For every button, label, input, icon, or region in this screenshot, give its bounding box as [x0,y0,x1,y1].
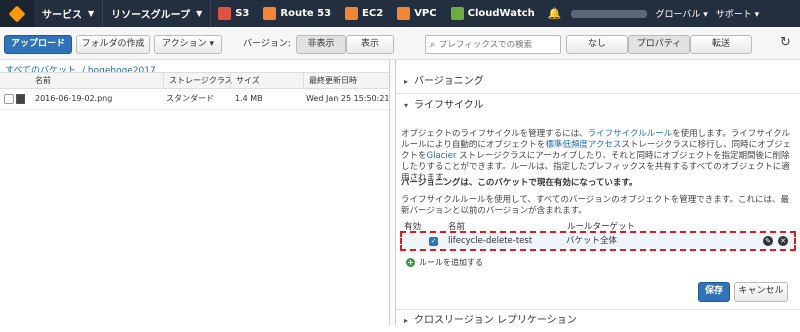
version-show-button[interactable]: 表示 [346,35,394,54]
cancel-button[interactable]: キャンセル [734,282,788,302]
standard-ia-link[interactable]: 標準低頻度アクセス [545,140,621,150]
pin-label: Route 53 [280,8,332,19]
resource-groups-label: リソースグループ [111,10,191,21]
add-rule-button[interactable]: + ルールを追加する [406,257,483,268]
chevron-down-icon: ▼ [88,9,95,18]
version-hide-button[interactable]: 非表示 [296,35,346,54]
top-navigation-bar: サービス ▼ リソースグループ ▼ S3 Route 53 EC2 VPC Clou… [0,0,800,27]
upload-button[interactable]: アップロード [4,35,72,54]
chevron-right-icon: ▸ [404,77,409,86]
pane-resize-handle[interactable] [389,60,396,325]
file-size: 1.4 MB [235,94,263,103]
row-checkbox[interactable] [4,94,14,104]
services-label: サービス [42,10,82,21]
refresh-icon[interactable]: ↻ [780,35,791,50]
object-list-header: 名前 ストレージクラス サイズ 最終更新日時 [0,72,389,89]
object-list: 名前 ストレージクラス サイズ 最終更新日時 2016-06-19-02.png… [0,72,389,325]
versioning-section[interactable]: ▸ バージョニング [396,71,800,93]
lifecycle-description: オブジェクトのライフサイクルを管理するには、ライフサイクルルールを使用します。ラ… [401,129,793,184]
column-header-name[interactable]: 名前 [30,73,51,89]
add-rule-label: ルールを追加する [419,258,483,267]
lifecycle-section[interactable]: ▾ ライフサイクル [396,95,800,117]
plus-icon: + [406,258,415,267]
edit-icon[interactable]: ✎ [763,236,773,246]
properties-panel: ▸ バージョニング ▾ ライフサイクル オブジェクトのライフサイクルを管理するには、… [396,60,800,326]
versioning-description: ライフサイクルルールを使用して、すべてのバージョンのオブジェクトを管理できます。… [401,195,789,216]
versioning-title: バージョニング [414,76,484,87]
pin-s3[interactable]: S3 [211,0,256,27]
properties-button[interactable]: プロパティ [628,35,690,54]
chevron-down-icon: ▾ [209,39,214,49]
services-menu[interactable]: サービス ▼ [34,0,104,27]
pin-route53[interactable]: Route 53 [256,0,338,27]
delete-icon[interactable]: ✕ [778,236,788,246]
support-menu[interactable]: サポート ▾ [716,7,759,20]
aws-logo[interactable] [0,0,34,27]
column-header-size[interactable]: サイズ [230,73,260,89]
resource-groups-menu[interactable]: リソースグループ ▼ [103,0,212,27]
lifecycle-title: ライフサイクル [414,100,484,111]
account-menu[interactable] [571,9,648,18]
desc-text: オブジェクトのライフサイクルを管理するには、 [401,129,588,139]
pin-vpc[interactable]: VPC [390,0,443,27]
bell-icon[interactable]: 🔔 [548,7,562,20]
search-input[interactable] [439,39,550,50]
chevron-right-icon: ▸ [404,316,409,325]
route53-icon [263,7,277,20]
file-name[interactable]: 2016-06-19-02.png [35,89,112,109]
pin-label: CloudWatch [467,8,535,19]
pin-label: EC2 [362,8,384,19]
toolbar: アップロード フォルダの作成 アクション ▾ バージョン: 非表示 表示 ⌕ な… [0,27,800,60]
rule-enabled-checkbox[interactable]: ✓ [429,237,438,246]
s3-icon [218,7,232,20]
lifecycle-rule-row[interactable]: ✓ lifecycle-delete-test バケット全体 ✎ ✕ [400,231,796,251]
chevron-down-icon: ▼ [196,9,203,18]
column-header-modified[interactable]: 最終更新日時 [303,73,357,89]
aws-cube-icon [8,5,26,22]
pin-ec2[interactable]: EC2 [338,0,390,27]
chevron-down-icon: ▾ [404,101,409,110]
pin-cloudwatch[interactable]: CloudWatch [444,0,542,27]
column-header-storage[interactable]: ストレージクラス [163,73,233,89]
cross-region-title: クロスリージョン レプリケーション [414,315,577,326]
pin-label: S3 [235,8,250,19]
region-menu[interactable]: グローバル ▾ [655,7,707,20]
ec2-icon [345,7,359,20]
vpc-icon [397,7,411,20]
file-storage-class: スタンダード [166,94,214,103]
lifecycle-rule-link[interactable]: ライフサイクルルール [588,129,673,139]
versioning-enabled-note: バージョニングは、このバケットで現在有効になっています。 [401,178,638,188]
divider [396,93,800,94]
file-modified: Wed Jan 25 15:50:21 G [306,94,388,103]
search-icon: ⌕ [430,39,436,50]
file-icon [16,94,25,104]
cloudwatch-icon [450,7,464,20]
version-label: バージョン: [243,39,291,49]
create-folder-button[interactable]: フォルダの作成 [76,35,150,54]
pin-label: VPC [414,8,437,19]
rule-name: lifecycle-delete-test [448,236,533,246]
support-label: サポート [715,10,752,20]
actions-button[interactable]: アクション ▾ [154,35,222,54]
prefix-search[interactable]: ⌕ [425,35,561,54]
transfer-button[interactable]: 転送 [690,35,752,54]
cross-region-replication-section[interactable]: ▸ クロスリージョン レプリケーション [396,310,800,332]
save-button[interactable]: 保存 [698,282,730,302]
table-row[interactable]: 2016-06-19-02.png スタンダード 1.4 MB Wed Jan … [0,89,389,110]
region-label: グローバル [655,10,701,20]
glacier-link[interactable]: Glacier [427,151,457,161]
none-button[interactable]: なし [566,35,628,54]
rule-target: バケット全体 [566,236,618,246]
actions-label: アクション [162,39,207,49]
